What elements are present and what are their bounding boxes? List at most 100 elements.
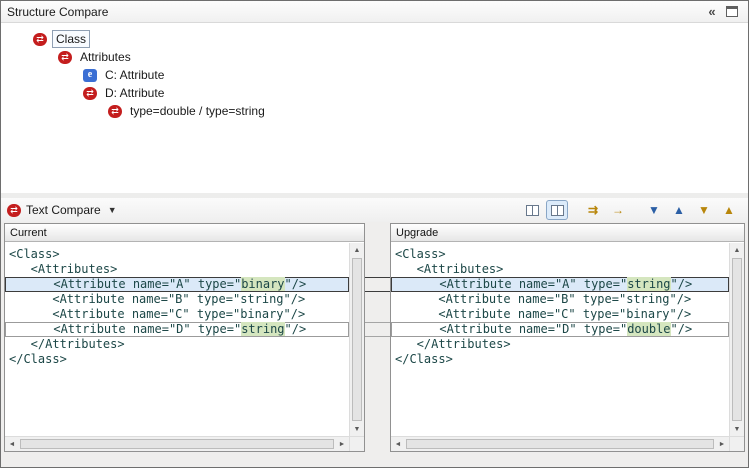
change-icon xyxy=(33,33,47,46)
diff-connector xyxy=(365,322,390,337)
code-text: <Attribute name="B" type="string"/> xyxy=(395,292,691,306)
code-line[interactable]: </Class> xyxy=(5,352,349,367)
horizontal-scroll-thumb[interactable] xyxy=(20,439,334,449)
hide-ancestor-pane-button[interactable] xyxy=(521,200,543,220)
code-line[interactable]: <Attribute name="B" type="string"/> xyxy=(5,292,349,307)
structure-compare-title: Structure Compare xyxy=(7,5,702,19)
diff-highlight: double xyxy=(627,322,670,336)
vertical-scroll-thumb[interactable] xyxy=(352,258,362,421)
horizontal-scroll-thumb[interactable] xyxy=(406,439,714,449)
code-text: <Attribute name="A" type=" xyxy=(396,277,627,291)
structure-tree: ClassAttributes e C: Attribute D: Attribute… xyxy=(1,24,748,193)
code-text: <Attribute name="C" type="binary"/> xyxy=(395,307,691,321)
pane-layout-icon xyxy=(551,205,564,216)
synchronize-scrolling-button[interactable] xyxy=(546,200,568,220)
tree-item-attributes[interactable]: Attributes xyxy=(1,48,748,66)
left-code-area[interactable]: <Class> <Attributes> <Attribute name="A"… xyxy=(5,243,349,436)
left-horizontal-scrollbar: ◄ ► xyxy=(5,436,349,451)
next-difference-button[interactable]: ▼ xyxy=(643,200,665,220)
code-line[interactable]: <Attribute name="C" type="binary"/> xyxy=(5,307,349,322)
next-change-icon: ▼ xyxy=(698,204,710,216)
left-vertical-scrollbar: ▲ ▼ xyxy=(349,243,364,436)
chevron-down-icon[interactable]: ▼ xyxy=(108,205,117,215)
change-icon xyxy=(58,51,72,64)
collapse-all-button[interactable]: « xyxy=(702,4,722,20)
left-pane-header: Current xyxy=(5,224,364,242)
text-compare-header: Text Compare ▼ ⇉ → ▼ ▲ ▼ ▲ xyxy=(1,198,748,222)
code-line[interactable]: <Attribute name="D" type="string"/> xyxy=(5,322,349,337)
code-text: "/> xyxy=(671,277,693,291)
previous-change-button[interactable]: ▲ xyxy=(718,200,740,220)
element-icon: e xyxy=(83,69,97,82)
left-pane: Current <Class> <Attributes> <Attribute … xyxy=(4,223,365,452)
right-code-area[interactable]: <Class> <Attributes> <Attribute name="A"… xyxy=(391,243,729,436)
code-line[interactable]: <Attribute name="A" type="binary"/> xyxy=(5,277,349,292)
tree-item-type-double-type-string[interactable]: type=double / type=string xyxy=(1,102,748,120)
code-text: <Attribute name="D" type=" xyxy=(10,322,241,336)
diff-highlight: string xyxy=(627,277,670,291)
copy-all-left-to-right-button[interactable]: ⇉ xyxy=(582,200,604,220)
diff-highlight: string xyxy=(241,322,284,336)
text-compare-toolbar: ⇉ → ▼ ▲ ▼ ▲ xyxy=(521,200,742,220)
code-text: </Attributes> xyxy=(395,337,511,351)
text-compare-section: Text Compare ▼ ⇉ → ▼ ▲ ▼ ▲ Current <Clas… xyxy=(1,198,748,467)
code-text: </Class> xyxy=(9,352,67,366)
scroll-down-icon[interactable]: ▼ xyxy=(350,422,364,436)
copy-all-icon: ⇉ xyxy=(588,204,598,216)
code-text: <Attributes> xyxy=(395,262,503,276)
change-icon xyxy=(83,87,97,100)
scroll-up-icon[interactable]: ▲ xyxy=(730,243,744,257)
scrollbar-corner xyxy=(729,436,744,451)
copy-current-left-to-right-button[interactable]: → xyxy=(607,200,629,220)
tree-item-class[interactable]: Class xyxy=(1,30,748,48)
code-text: "/> xyxy=(671,322,693,336)
code-line[interactable]: <Class> xyxy=(5,247,349,262)
maximize-view-button[interactable] xyxy=(722,4,742,20)
tree-item-c-attribute[interactable]: e C: Attribute xyxy=(1,66,748,84)
code-line[interactable]: <Attributes> xyxy=(391,262,729,277)
tree-item-label: D: Attribute xyxy=(102,85,167,101)
structure-compare-section: Structure Compare « ClassAttributes e C: A… xyxy=(1,1,748,193)
next-change-button[interactable]: ▼ xyxy=(693,200,715,220)
tree-item-label: C: Attribute xyxy=(102,67,167,83)
copy-current-icon: → xyxy=(612,204,624,216)
code-text: "/> xyxy=(285,322,307,336)
vertical-scroll-thumb[interactable] xyxy=(732,258,742,421)
diff-highlight: binary xyxy=(241,277,284,291)
code-text: </Class> xyxy=(395,352,453,366)
diff-connector-selected xyxy=(365,277,390,292)
code-line[interactable]: <Attribute name="C" type="binary"/> xyxy=(391,307,729,322)
scroll-left-icon[interactable]: ◄ xyxy=(391,437,405,451)
change-icon xyxy=(108,105,122,118)
code-line[interactable]: <Attributes> xyxy=(5,262,349,277)
scroll-up-icon[interactable]: ▲ xyxy=(350,243,364,257)
code-text: <Class> xyxy=(395,247,446,261)
scroll-down-icon[interactable]: ▼ xyxy=(730,422,744,436)
tree-item-label: Class xyxy=(52,30,90,48)
code-text: <Attribute name="B" type="string"/> xyxy=(9,292,305,306)
tree-item-d-attribute[interactable]: D: Attribute xyxy=(1,84,748,102)
code-text: <Attribute name="A" type=" xyxy=(10,277,241,291)
scroll-right-icon[interactable]: ► xyxy=(715,437,729,451)
right-pane-header: Upgrade xyxy=(391,224,744,242)
next-difference-icon: ▼ xyxy=(648,204,660,216)
code-line[interactable]: <Class> xyxy=(391,247,729,262)
scroll-left-icon[interactable]: ◄ xyxy=(5,437,19,451)
previous-change-icon: ▲ xyxy=(723,204,735,216)
previous-difference-icon: ▲ xyxy=(673,204,685,216)
previous-difference-button[interactable]: ▲ xyxy=(668,200,690,220)
code-line[interactable]: <Attribute name="D" type="double"/> xyxy=(391,322,729,337)
code-line[interactable]: <Attribute name="A" type="string"/> xyxy=(391,277,729,292)
code-line[interactable]: <Attribute name="B" type="string"/> xyxy=(391,292,729,307)
scroll-right-icon[interactable]: ► xyxy=(335,437,349,451)
restore-window-icon xyxy=(726,6,738,17)
compare-panes: Current <Class> <Attributes> <Attribute … xyxy=(1,223,748,452)
code-text: </Attributes> xyxy=(9,337,125,351)
code-line[interactable]: </Attributes> xyxy=(5,337,349,352)
code-text: <Class> xyxy=(9,247,60,261)
code-line[interactable]: </Attributes> xyxy=(391,337,729,352)
scrollbar-corner xyxy=(349,436,364,451)
pane-layout-icon xyxy=(526,205,539,216)
code-line[interactable]: </Class> xyxy=(391,352,729,367)
code-text: "/> xyxy=(285,277,307,291)
